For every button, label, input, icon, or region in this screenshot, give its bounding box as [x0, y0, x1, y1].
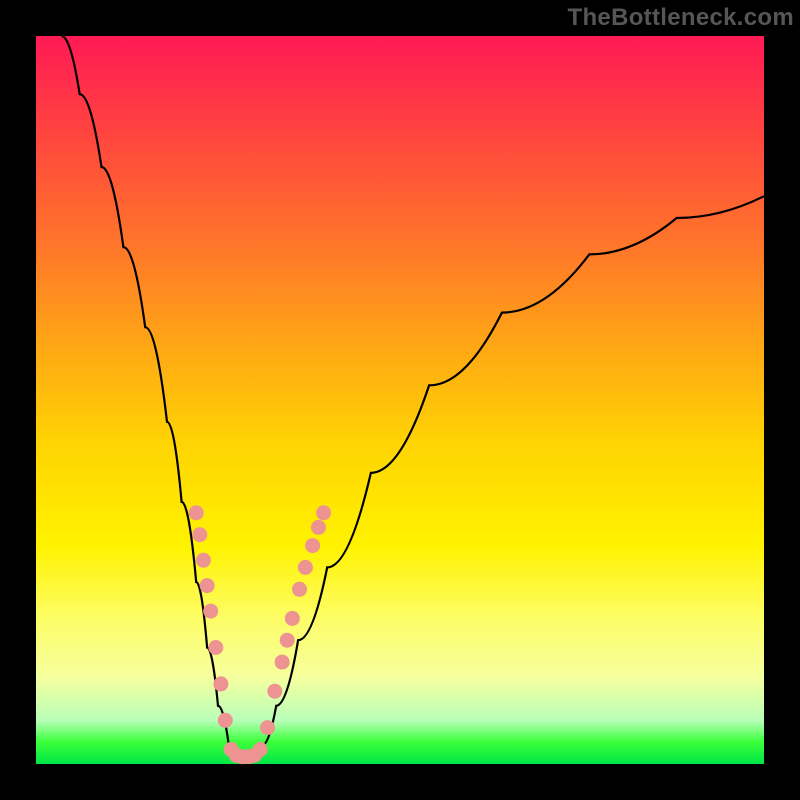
data-point [285, 611, 300, 626]
bottleneck-curve [62, 36, 765, 757]
data-point [275, 655, 290, 670]
data-point [200, 578, 215, 593]
data-point [305, 538, 320, 553]
data-point [253, 742, 268, 757]
data-point [267, 684, 282, 699]
data-point [218, 713, 233, 728]
data-point [213, 676, 228, 691]
data-point [292, 582, 307, 597]
chart-frame: TheBottleneck.com [0, 0, 800, 800]
data-point [189, 505, 204, 520]
data-point [298, 560, 313, 575]
data-point [280, 633, 295, 648]
data-points [189, 505, 331, 764]
data-point [196, 553, 211, 568]
credit-watermark: TheBottleneck.com [568, 4, 794, 32]
data-point [208, 640, 223, 655]
data-point [203, 604, 218, 619]
data-point [192, 527, 207, 542]
chart-svg [36, 36, 764, 764]
data-point [260, 720, 275, 735]
data-point [311, 520, 326, 535]
data-point [316, 505, 331, 520]
